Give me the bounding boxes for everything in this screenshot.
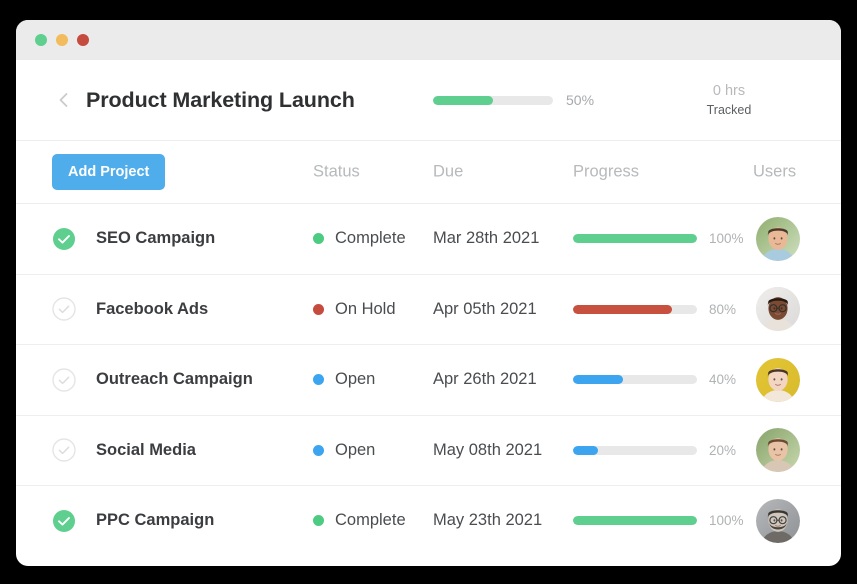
status-label: Complete [335, 511, 406, 530]
close-dot[interactable] [35, 34, 47, 46]
progress-label: 100% [709, 513, 744, 528]
progress-fill [573, 234, 697, 243]
tracked-label: Tracked [684, 101, 774, 119]
maximize-dot[interactable] [77, 34, 89, 46]
progress-label: 20% [709, 443, 736, 458]
avatar[interactable] [756, 287, 800, 331]
header-progress-fill [433, 96, 493, 105]
progress-bar: 20% [573, 443, 736, 458]
progress-label: 40% [709, 372, 736, 387]
header-progress-label: 50% [566, 92, 594, 108]
table-row[interactable]: Social Media Open May 08th 2021 20% [16, 415, 841, 486]
due-date: May 08th 2021 [433, 441, 542, 460]
due-date: Apr 26th 2021 [433, 370, 537, 389]
screen: Product Marketing Launch 50% 0 hrs Track… [0, 0, 857, 584]
table-row[interactable]: Facebook Ads On Hold Apr 05th 2021 80% [16, 274, 841, 345]
status-dot [313, 304, 324, 315]
page-title: Product Marketing Launch [86, 88, 355, 113]
check-circle-outline-icon[interactable] [52, 297, 76, 321]
progress-track [573, 305, 697, 314]
progress-bar: 40% [573, 372, 736, 387]
status-badge: On Hold [313, 300, 396, 319]
progress-fill [573, 375, 623, 384]
due-date: Mar 28th 2021 [433, 229, 539, 248]
minimize-dot[interactable] [56, 34, 68, 46]
status-dot [313, 374, 324, 385]
progress-fill [573, 516, 697, 525]
column-header-due: Due [433, 163, 463, 182]
table-row[interactable]: PPC Campaign Complete May 23th 2021 100% [16, 485, 841, 556]
status-label: On Hold [335, 300, 396, 319]
column-header-status: Status [313, 163, 360, 182]
avatar[interactable] [756, 499, 800, 543]
task-list: SEO Campaign Complete Mar 28th 2021 100% [16, 203, 841, 556]
progress-fill [573, 305, 672, 314]
progress-track [573, 234, 697, 243]
task-name: SEO Campaign [96, 229, 215, 248]
status-dot [313, 233, 324, 244]
window-titlebar [16, 20, 841, 60]
task-name: Facebook Ads [96, 300, 208, 319]
task-name: PPC Campaign [96, 511, 214, 530]
status-label: Open [335, 370, 375, 389]
check-circle-outline-icon[interactable] [52, 438, 76, 462]
progress-label: 100% [709, 231, 744, 246]
app-window: Product Marketing Launch 50% 0 hrs Track… [16, 20, 841, 566]
check-circle-outline-icon[interactable] [52, 368, 76, 392]
status-label: Open [335, 441, 375, 460]
progress-bar: 80% [573, 302, 736, 317]
due-date: Apr 05th 2021 [433, 300, 537, 319]
status-dot [313, 445, 324, 456]
table-header: Add Project Status Due Progress Users [16, 141, 841, 203]
avatar[interactable] [756, 217, 800, 261]
column-header-progress: Progress [573, 163, 639, 182]
check-circle-filled-icon[interactable] [52, 509, 76, 533]
status-badge: Open [313, 441, 375, 460]
page-header: Product Marketing Launch 50% 0 hrs Track… [16, 60, 841, 141]
column-header-users: Users [753, 163, 796, 182]
progress-label: 80% [709, 302, 736, 317]
progress-track [573, 446, 697, 455]
chevron-left-icon[interactable] [54, 90, 74, 110]
progress-track [573, 516, 697, 525]
tracked-hours: 0 hrs [684, 81, 774, 101]
status-label: Complete [335, 229, 406, 248]
status-badge: Complete [313, 229, 406, 248]
header-progress-track [433, 96, 553, 105]
task-name: Social Media [96, 441, 196, 460]
tracked-time: 0 hrs Tracked [684, 81, 774, 119]
check-circle-filled-icon[interactable] [52, 227, 76, 251]
status-badge: Complete [313, 511, 406, 530]
progress-bar: 100% [573, 231, 744, 246]
add-project-button[interactable]: Add Project [52, 154, 165, 191]
task-name: Outreach Campaign [96, 370, 253, 389]
status-badge: Open [313, 370, 375, 389]
progress-bar: 100% [573, 513, 744, 528]
progress-fill [573, 446, 598, 455]
table-row[interactable]: Outreach Campaign Open Apr 26th 2021 40% [16, 344, 841, 415]
avatar[interactable] [756, 428, 800, 472]
avatar[interactable] [756, 358, 800, 402]
header-progress: 50% [433, 92, 594, 108]
status-dot [313, 515, 324, 526]
table-row[interactable]: SEO Campaign Complete Mar 28th 2021 100% [16, 203, 841, 274]
progress-track [573, 375, 697, 384]
due-date: May 23th 2021 [433, 511, 542, 530]
